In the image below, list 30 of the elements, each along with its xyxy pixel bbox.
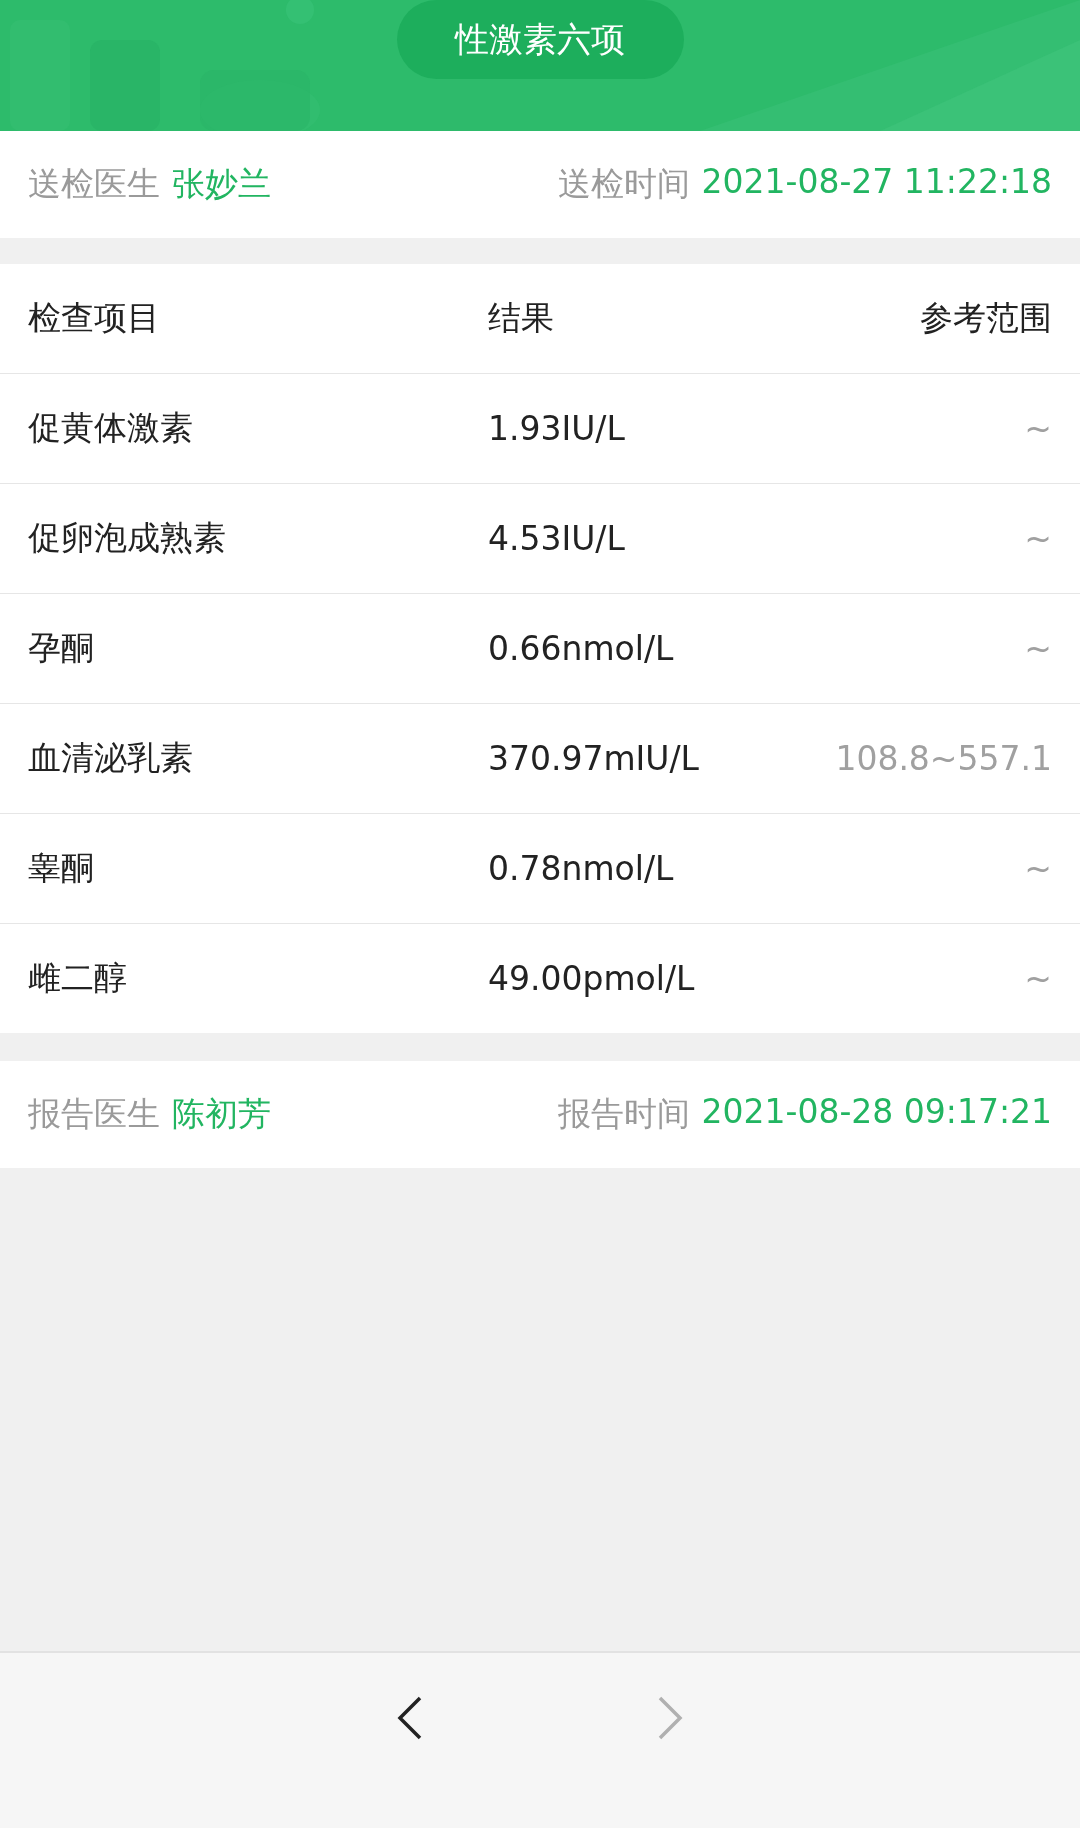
test-result: 4.53IU/L bbox=[488, 519, 626, 558]
test-result: 49.00pmol/L bbox=[488, 959, 696, 998]
test-name: 孕酮 bbox=[28, 627, 95, 669]
time-value: 2021-08-27 11:22:18 bbox=[701, 162, 1052, 203]
test-result: 0.66nmol/L bbox=[488, 629, 675, 668]
reference-range: 108.8~557.1 bbox=[835, 739, 1052, 778]
reference-range: ~ bbox=[1024, 959, 1052, 998]
test-result: 370.97mIU/L bbox=[488, 739, 700, 778]
column-header: 结果 bbox=[488, 297, 555, 339]
reference-range: ~ bbox=[1024, 849, 1052, 888]
doctor-label: 报告医生 bbox=[28, 1093, 160, 1135]
doctor-label: 送检医生 bbox=[28, 163, 160, 205]
reference-range: ~ bbox=[1024, 409, 1052, 448]
time-label: 报告时间 bbox=[557, 1093, 690, 1135]
test-name: 促黄体激素 bbox=[28, 407, 194, 449]
column-header: 参考范围 bbox=[920, 297, 1052, 339]
test-result: 0.78nmol/L bbox=[488, 849, 675, 888]
column-header: 检查项目 bbox=[28, 297, 161, 339]
page-title: 性激素六项 bbox=[396, 0, 684, 79]
test-name: 血清泌乳素 bbox=[28, 737, 194, 779]
doctor-name: 陈初芳 bbox=[172, 1093, 271, 1135]
reference-range: ~ bbox=[1024, 519, 1052, 558]
test-result: 1.93IU/L bbox=[488, 409, 626, 448]
doctor-name: 张妙兰 bbox=[172, 163, 271, 205]
test-name: 睾酮 bbox=[28, 847, 95, 889]
reference-range: ~ bbox=[1024, 629, 1052, 668]
test-name: 促卵泡成熟素 bbox=[28, 517, 227, 559]
time-label: 送检时间 bbox=[557, 163, 690, 205]
test-name: 雌二醇 bbox=[28, 957, 128, 999]
time-value: 2021-08-28 09:17:21 bbox=[701, 1092, 1052, 1133]
